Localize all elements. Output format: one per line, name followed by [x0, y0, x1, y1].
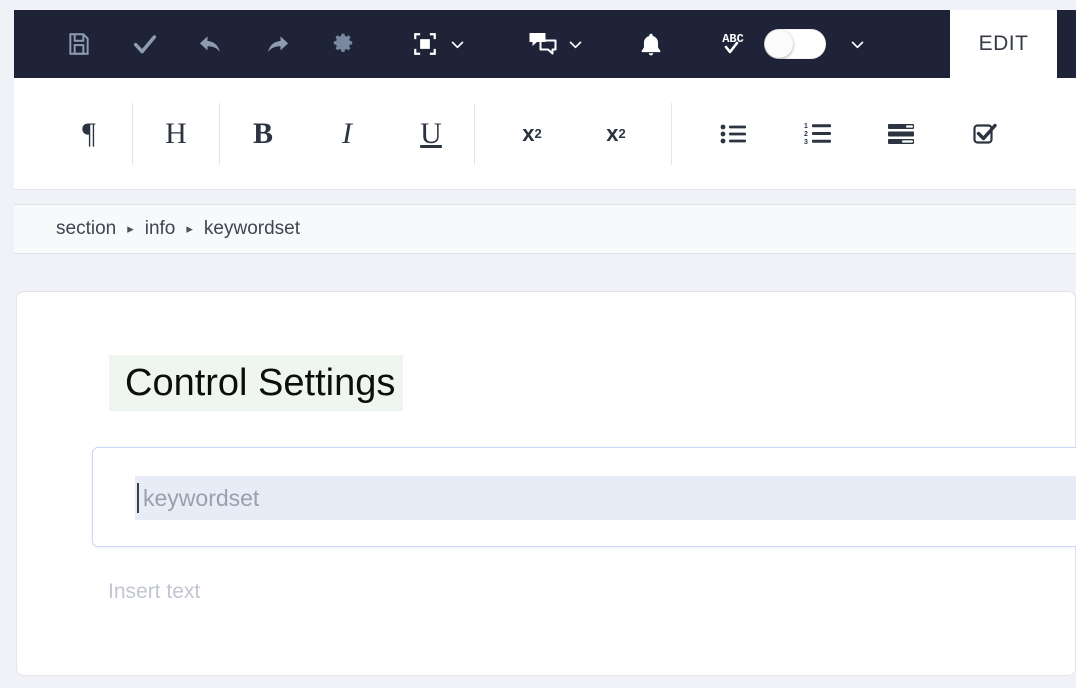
comments-icon[interactable]	[524, 10, 562, 78]
keywordset-input[interactable]: keywordset	[135, 476, 1076, 520]
keywordset-input-placeholder: keywordset	[143, 485, 259, 512]
toolbar-actions: ABC	[14, 10, 870, 78]
body-placeholder[interactable]: Insert text	[108, 580, 200, 604]
fullscreen-icon[interactable]	[406, 10, 444, 78]
breadcrumb-item-info[interactable]: info	[145, 218, 176, 240]
block-list-button[interactable]	[872, 78, 930, 190]
tab-edit[interactable]: EDIT	[950, 10, 1057, 78]
italic-button[interactable]: I	[318, 78, 376, 190]
redo-icon[interactable]	[258, 10, 296, 78]
heading-button[interactable]: H	[147, 78, 205, 190]
underline-button[interactable]: U	[402, 78, 460, 190]
chevron-down-icon[interactable]	[562, 10, 588, 78]
breadcrumb-item-keywordset[interactable]: keywordset	[204, 218, 300, 240]
toolbar-separator	[219, 103, 220, 165]
confirm-icon[interactable]	[126, 10, 164, 78]
toggle-knob	[765, 30, 793, 58]
chevron-down-icon[interactable]	[844, 10, 870, 78]
svg-text:3: 3	[804, 139, 808, 145]
svg-text:ABC: ABC	[722, 32, 744, 46]
breadcrumb-separator-icon: ▸	[186, 221, 193, 237]
toolbar-separator	[474, 103, 475, 165]
breadcrumb-item-section[interactable]: section	[56, 218, 116, 240]
format-toolbar: ¶ H B I U x2 x2	[14, 78, 1076, 190]
toolbar-separator	[671, 103, 672, 165]
breadcrumb-separator-icon: ▸	[127, 221, 134, 237]
svg-text:2: 2	[804, 131, 808, 138]
text-caret	[137, 483, 139, 513]
page-title[interactable]: Control Settings	[109, 355, 403, 411]
superscript-base: x	[522, 121, 534, 147]
subscript-button[interactable]: x2	[587, 78, 645, 190]
main-toolbar: ABC	[14, 10, 1076, 78]
task-list-button[interactable]	[956, 78, 1014, 190]
breadcrumb: section ▸ info ▸ keywordset	[14, 204, 1076, 254]
subscript-index: 2	[619, 126, 626, 141]
notifications-icon[interactable]	[632, 10, 670, 78]
comments-control	[524, 10, 588, 78]
spellcheck-toggle[interactable]	[764, 29, 826, 59]
bullet-list-button[interactable]	[704, 78, 762, 190]
undo-icon[interactable]	[192, 10, 230, 78]
tab-edit-label: EDIT	[979, 32, 1029, 56]
numbered-list-button[interactable]: 1 2 3	[788, 78, 846, 190]
chevron-down-icon[interactable]	[444, 10, 470, 78]
toolbar-separator	[132, 103, 133, 165]
save-icon[interactable]	[60, 10, 98, 78]
superscript-button[interactable]: x2	[503, 78, 561, 190]
fullscreen-control	[406, 10, 470, 78]
paragraph-button[interactable]: ¶	[60, 78, 118, 190]
subscript-base: x	[606, 121, 618, 147]
svg-text:1: 1	[804, 123, 808, 130]
superscript-exponent: 2	[535, 126, 542, 141]
bold-button[interactable]: B	[234, 78, 292, 190]
keywordset-field-card: keywordset	[92, 447, 1076, 547]
spellcheck-icon[interactable]: ABC	[714, 10, 752, 78]
settings-icon[interactable]	[324, 10, 362, 78]
editor-window: ABC EDIT ¶ H B	[0, 0, 1076, 688]
